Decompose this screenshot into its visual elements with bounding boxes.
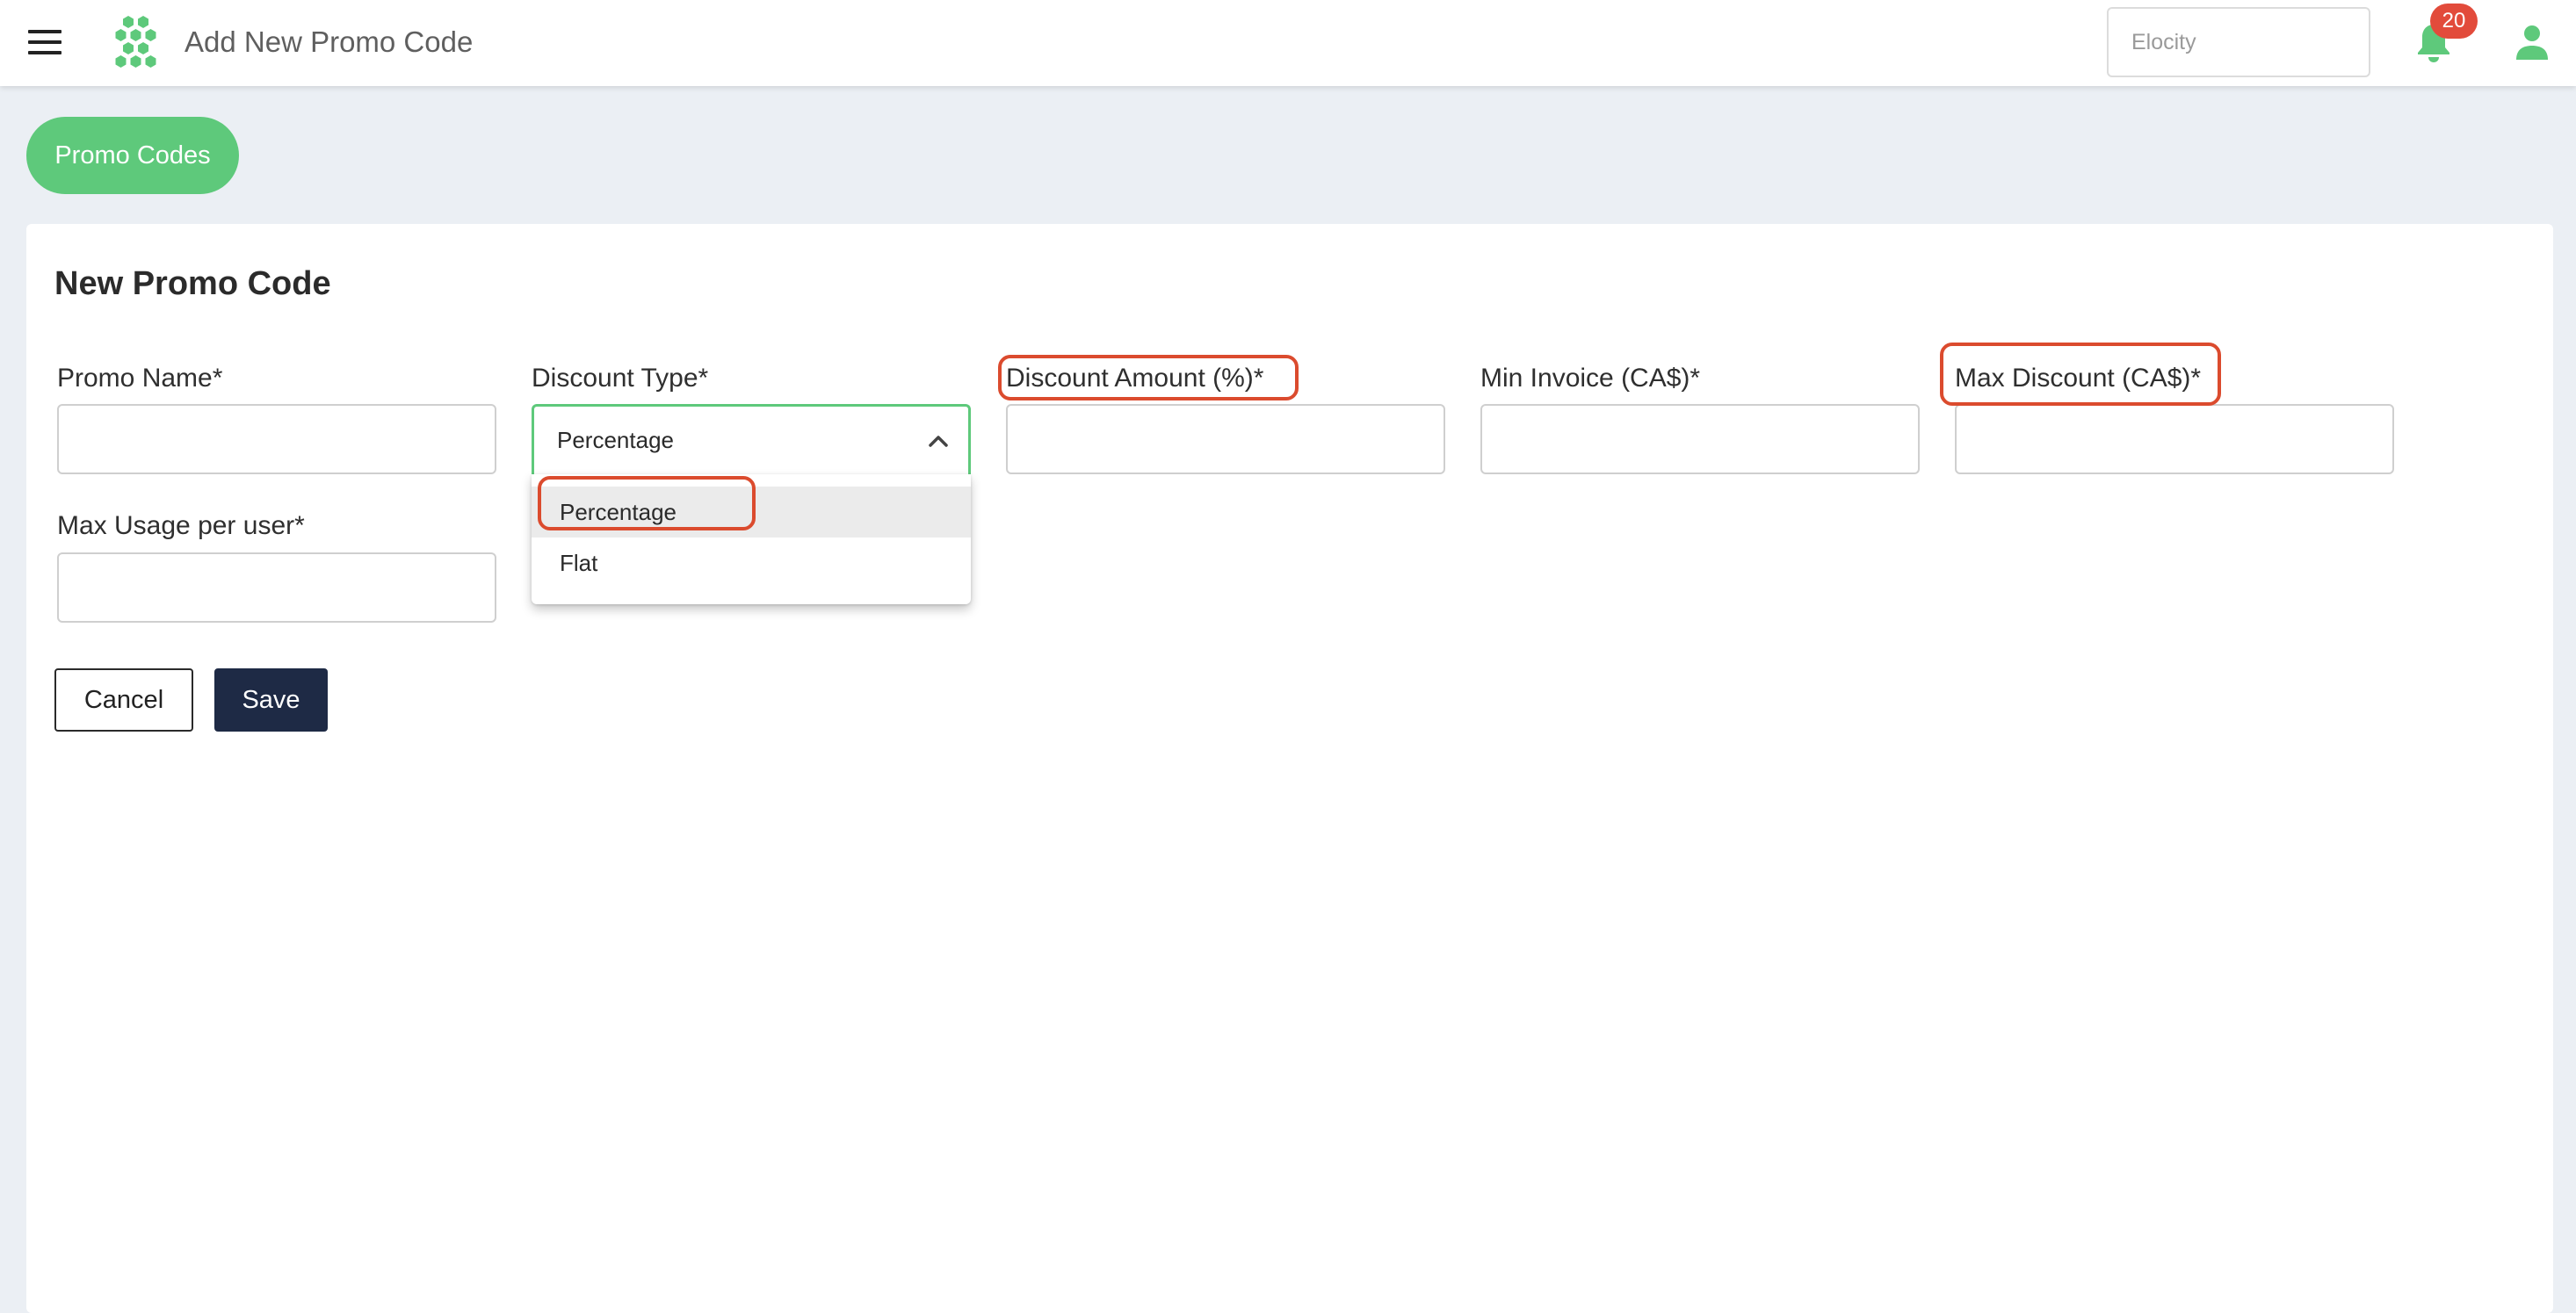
cancel-button[interactable]: Cancel xyxy=(54,668,193,732)
discount-type-dropdown: Percentage Flat xyxy=(532,474,971,604)
save-button[interactable]: Save xyxy=(214,668,328,732)
min-invoice-input[interactable] xyxy=(1480,404,1920,474)
organization-search-input[interactable] xyxy=(2107,7,2370,77)
promo-codes-button[interactable]: Promo Codes xyxy=(26,117,239,194)
notification-count-badge: 20 xyxy=(2430,4,2478,39)
top-app-bar: Add New Promo Code 20 xyxy=(0,0,2576,86)
page-title: Add New Promo Code xyxy=(185,25,474,58)
chevron-up-icon xyxy=(929,436,948,447)
user-account-icon[interactable] xyxy=(2513,23,2551,61)
discount-amount-input[interactable] xyxy=(1006,404,1445,474)
dropdown-option-percentage[interactable]: Percentage xyxy=(532,487,971,537)
form-title: New Promo Code xyxy=(54,265,331,302)
min-invoice-label: Min Invoice (CA$)* xyxy=(1480,364,1701,393)
max-usage-input[interactable] xyxy=(57,552,496,623)
promo-name-label: Promo Name* xyxy=(57,364,223,393)
discount-amount-label: Discount Amount (%)* xyxy=(1006,364,1264,393)
max-discount-input[interactable] xyxy=(1955,404,2394,474)
hamburger-menu-icon[interactable] xyxy=(28,27,63,57)
promo-name-input[interactable] xyxy=(57,404,496,474)
max-usage-label: Max Usage per user* xyxy=(57,511,305,540)
discount-type-select[interactable]: Percentage xyxy=(532,404,971,474)
discount-type-value: Percentage xyxy=(557,427,674,453)
dropdown-option-flat[interactable]: Flat xyxy=(532,537,971,588)
discount-type-label: Discount Type* xyxy=(532,364,709,393)
max-discount-label: Max Discount (CA$)* xyxy=(1955,364,2202,393)
honeycomb-logo-icon xyxy=(115,16,156,68)
